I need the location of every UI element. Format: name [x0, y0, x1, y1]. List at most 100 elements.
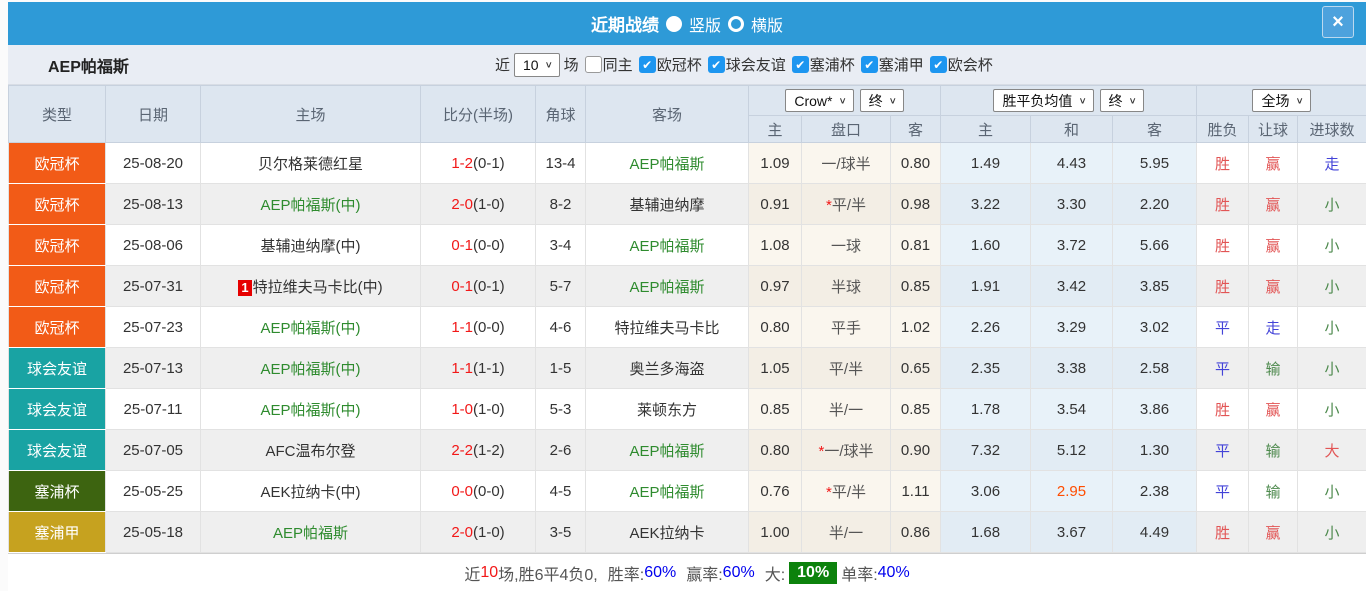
col-header-date: 日期 [105, 85, 201, 143]
radio-horizontal-layout[interactable] [728, 15, 744, 32]
odds-away: 1.11 [890, 470, 941, 512]
match-count-select[interactable]: 10 ∨ [514, 52, 560, 77]
home-team: AEP帕福斯(中) [260, 319, 361, 337]
league-checkbox[interactable]: ✔ [929, 56, 947, 73]
radio-vertical-label[interactable]: 竖版 [689, 12, 721, 36]
odds-home: 0.80 [748, 306, 802, 348]
away-team: AEP帕福斯 [629, 155, 705, 173]
summary-prefix: 近 [464, 567, 481, 584]
avg-home-odds: 1.60 [940, 224, 1031, 266]
handicap-result: 赢 [1248, 265, 1298, 307]
summary-record: 场,胜6平4负0, [498, 567, 598, 584]
layout-switcher: 近期战绩 竖版 横版 [591, 11, 783, 36]
odds-away: 0.65 [890, 347, 941, 389]
col-header-corners: 角球 [535, 85, 586, 143]
odds-home: 0.97 [748, 265, 802, 307]
recent-matches-table: 类型 日期 主场 比分(半场) 角球 客场 Crow* ∨ 终 ∨ 胜平负均值 … [8, 85, 1366, 553]
win-lose-result: 胜 [1196, 142, 1249, 184]
competition-badge-cell: 球会友谊 [8, 429, 106, 471]
match-row: 欧冠杯 25-08-20 贝尔格莱德红星 1-2(0-1) 13-4 AEP帕福… [8, 142, 1366, 184]
same-home-checkbox[interactable] [584, 56, 602, 73]
odds-avg-period-select[interactable]: 终 ∨ [1099, 89, 1144, 112]
subcol-goals: 进球数 [1297, 115, 1366, 143]
summary-bar: 近 10 场,胜6平4负0, 胜率: 60% 赢率: 60% 大: 10% 单率: 40% [8, 553, 1366, 591]
subcol-handicap: 盘口 [801, 115, 891, 143]
league-label: 塞浦杯 [809, 57, 855, 74]
league-checkbox[interactable]: ✔ [707, 56, 725, 73]
bookmaker-period-select[interactable]: 终 ∨ [859, 89, 904, 112]
single-rate-value: 40% [877, 564, 910, 581]
scope-value: 全场 [1261, 92, 1290, 109]
bookmaker-period-value: 终 [868, 92, 883, 109]
competition-badge: 塞浦杯 [9, 471, 105, 511]
bookmaker-select[interactable]: Crow* ∨ [785, 89, 854, 112]
odds-home: 0.80 [748, 429, 802, 471]
league-label: 球会友谊 [725, 57, 786, 74]
odds-avg-group-header: 胜平负均值 ∨ 终 ∨ [940, 85, 1197, 116]
league-label: 塞浦甲 [878, 57, 924, 74]
avg-draw-odds: 5.12 [1030, 429, 1113, 471]
league-label: 欧会杯 [947, 57, 993, 74]
scope-select[interactable]: 全场 ∨ [1252, 89, 1311, 112]
halftime-score: (0-1) [473, 277, 505, 295]
win-lose-result: 平 [1196, 470, 1249, 512]
avg-home-odds: 1.68 [940, 511, 1031, 553]
league-filter-塞浦甲: ✔ 塞浦甲 [855, 54, 924, 75]
halftime-score: (0-0) [473, 482, 505, 500]
competition-badge-cell: 欧冠杯 [8, 306, 106, 348]
away-team: 奥兰多海盗 [629, 360, 705, 378]
radio-horizontal-label[interactable]: 横版 [751, 12, 783, 36]
score-cell: 2-2(1-2) [420, 429, 536, 471]
fulltime-score: 0-1 [451, 236, 473, 254]
away-team-cell: 特拉维夫马卡比 [585, 306, 749, 348]
corners: 3-4 [535, 224, 586, 266]
avg-away-odds: 2.38 [1112, 470, 1197, 512]
handicap-rate-label: 赢率: [686, 567, 723, 584]
league-filter-欧冠杯: ✔ 欧冠杯 [633, 54, 702, 75]
away-team-cell: AEK拉纳卡 [585, 511, 749, 553]
odds-away: 0.81 [890, 224, 941, 266]
league-checkbox[interactable]: ✔ [791, 56, 809, 73]
odds-home: 1.08 [748, 224, 802, 266]
match-row: 塞浦杯 25-05-25 AEK拉纳卡(中) 0-0(0-0) 4-5 AEP帕… [8, 470, 1366, 512]
competition-badge-cell: 欧冠杯 [8, 183, 106, 225]
corners: 13-4 [535, 142, 586, 184]
away-team-cell: AEP帕福斯 [585, 265, 749, 307]
same-home-filter: 同主 [579, 54, 633, 75]
halftime-score: (1-2) [473, 441, 505, 459]
odds-avg-select[interactable]: 胜平负均值 ∨ [993, 89, 1094, 112]
team-name: AEP帕福斯 [48, 58, 129, 76]
subcol-odds-away: 客 [890, 115, 941, 143]
score-cell: 1-1(1-1) [420, 347, 536, 389]
away-team-cell: 基辅迪纳摩 [585, 183, 749, 225]
competition-badge-cell: 球会友谊 [8, 388, 106, 430]
handicap-line: *平/半 [801, 470, 891, 512]
odds-home: 0.76 [748, 470, 802, 512]
competition-badge: 球会友谊 [9, 348, 105, 388]
close-button[interactable]: × [1322, 6, 1354, 38]
handicap-result: 赢 [1248, 511, 1298, 553]
dialog-title: 近期战绩 [590, 16, 659, 35]
away-team-cell: AEP帕福斯 [585, 470, 749, 512]
league-filter-塞浦杯: ✔ 塞浦杯 [786, 54, 855, 75]
match-row: 欧冠杯 25-07-23 AEP帕福斯(中) 1-1(0-0) 4-6 特拉维夫… [8, 306, 1366, 348]
big-rate-badge: 10% [789, 562, 838, 584]
corners: 2-6 [535, 429, 586, 471]
league-checkbox[interactable]: ✔ [638, 56, 656, 73]
matches-label: 场 [563, 57, 579, 74]
col-header-home: 主场 [200, 85, 421, 143]
avg-away-odds: 4.49 [1112, 511, 1197, 553]
avg-away-odds: 2.20 [1112, 183, 1197, 225]
match-row: 球会友谊 25-07-05 AFC温布尔登 2-2(1-2) 2-6 AEP帕福… [8, 429, 1366, 471]
handicap-result: 输 [1248, 429, 1298, 471]
odds-home: 1.05 [748, 347, 802, 389]
dialog-header: 近期战绩 竖版 横版 × [8, 2, 1366, 45]
match-date: 25-07-13 [105, 347, 201, 389]
avg-draw-odds: 3.38 [1030, 347, 1113, 389]
radio-vertical-layout[interactable] [665, 15, 682, 32]
check-icon: ✔ [711, 57, 722, 72]
league-checkbox[interactable]: ✔ [860, 56, 878, 73]
halftime-score: (0-0) [473, 318, 505, 336]
win-lose-result: 胜 [1196, 511, 1249, 553]
fulltime-score: 1-1 [451, 318, 473, 336]
